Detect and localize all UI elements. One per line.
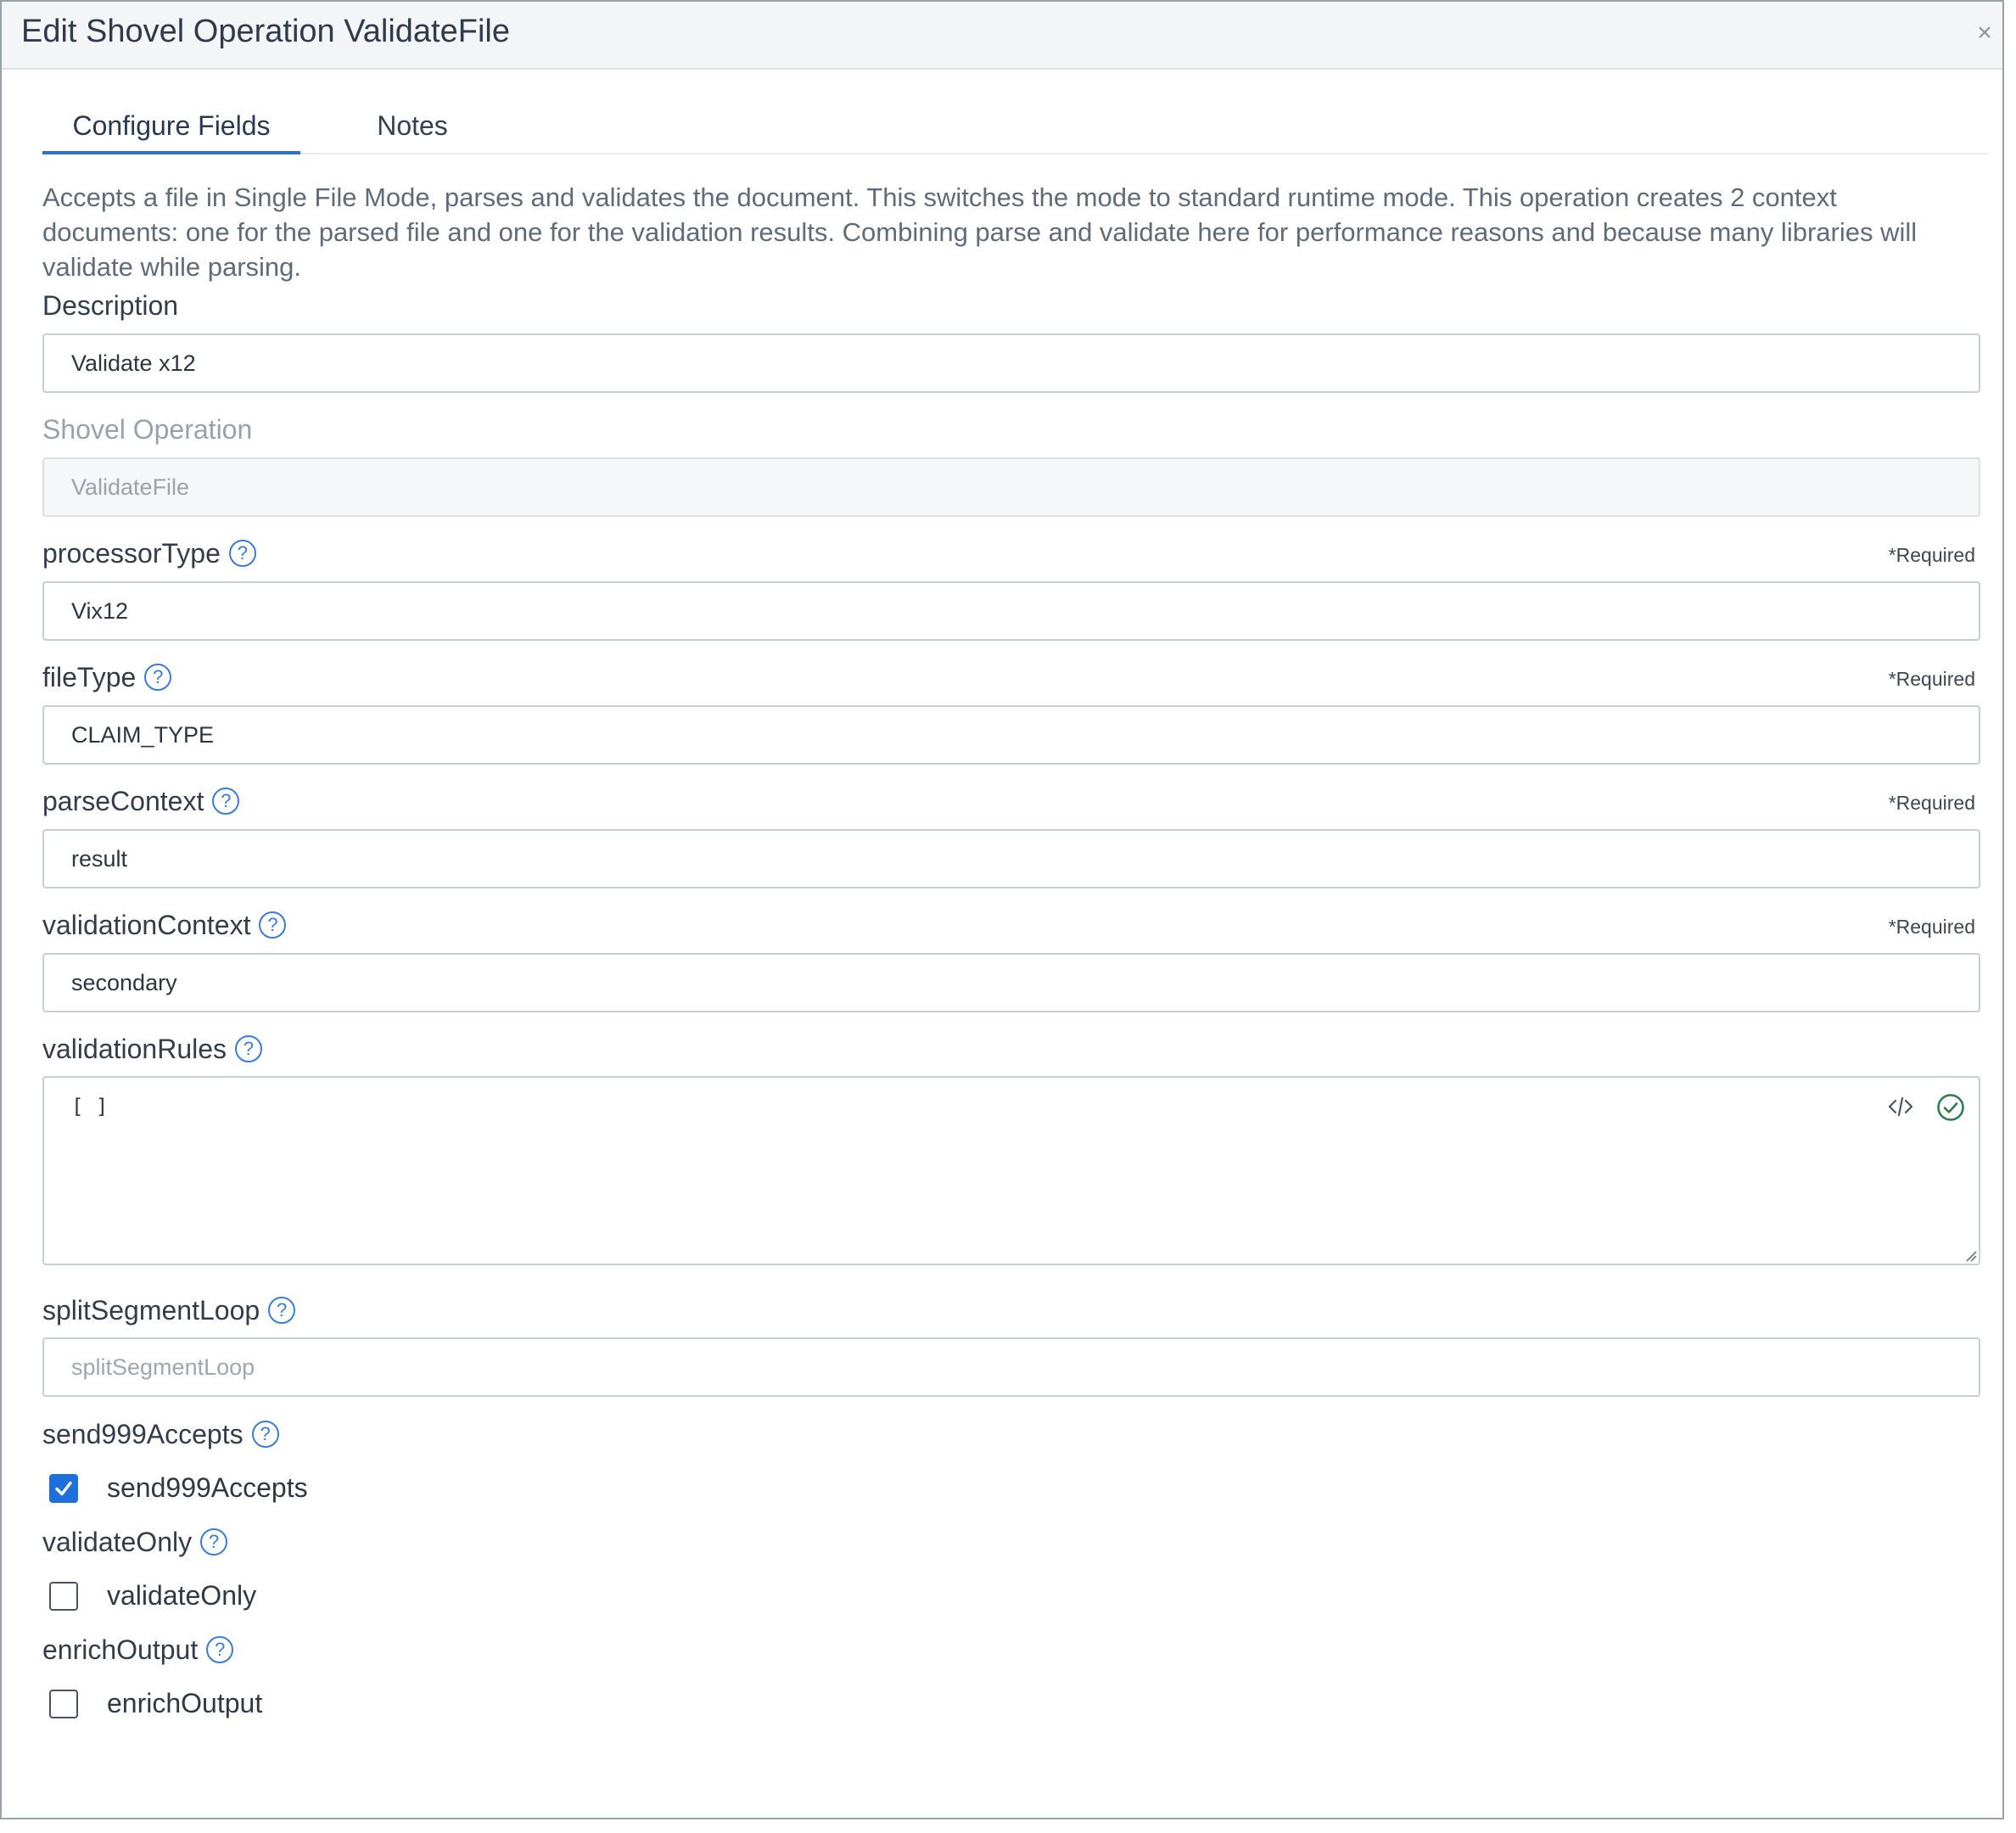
validate-only-checkbox-label[interactable]: validateOnly (107, 1580, 256, 1612)
parse-context-label-text: parseContext (42, 786, 204, 816)
processor-type-label-text: processorType (42, 538, 221, 569)
check-circle-icon (1937, 1094, 1964, 1121)
validation-context-input[interactable]: secondary (42, 953, 1980, 1012)
split-segment-loop-input[interactable]: splitSegmentLoop (42, 1337, 1980, 1397)
help-circle-icon[interactable]: ? (212, 788, 240, 815)
edit-operation-modal: Edit Shovel Operation ValidateFile × Con… (0, 0, 2004, 1819)
validate-only-label-text: validateOnly (42, 1527, 193, 1557)
validation-rules-editor[interactable]: [ ] (42, 1076, 1980, 1265)
send999-accepts-label-text: send999Accepts (42, 1419, 244, 1449)
help-circle-icon[interactable]: ? (259, 911, 287, 939)
help-circle-icon[interactable]: ? (200, 1528, 228, 1556)
resize-handle-icon[interactable] (1963, 1248, 1977, 1262)
split-segment-loop-label-text: splitSegmentLoop (42, 1295, 260, 1326)
file-type-label-text: fileType (42, 662, 137, 692)
validation-rules-label: validationRules? (42, 1034, 263, 1065)
modal-title: Edit Shovel Operation ValidateFile (21, 14, 510, 49)
processor-type-input[interactable]: Vix12 (42, 581, 1980, 641)
help-circle-icon[interactable]: ? (228, 540, 256, 567)
validate-only-label: validateOnly? (42, 1527, 228, 1558)
help-circle-icon[interactable]: ? (144, 664, 172, 691)
tab-configure-fields[interactable]: Configure Fields (42, 100, 300, 154)
validate-only-checkbox[interactable] (49, 1582, 78, 1611)
validation-rules-value[interactable]: [ ] (71, 1095, 108, 1118)
send999-accepts-checkbox[interactable] (49, 1474, 78, 1503)
required-indicator: *Required (1888, 916, 1975, 938)
help-circle-icon[interactable]: ? (268, 1297, 296, 1324)
required-indicator: *Required (1888, 668, 1975, 690)
help-circle-icon[interactable]: ? (251, 1421, 279, 1448)
file-type-input[interactable]: CLAIM_TYPE (42, 705, 1980, 765)
parse-context-input[interactable]: result (42, 829, 1980, 888)
split-segment-loop-label: splitSegmentLoop? (42, 1295, 296, 1326)
tab-bar: Configure Fields Notes (42, 100, 1989, 154)
enrich-output-label: enrichOutput? (42, 1634, 234, 1666)
description-input[interactable]: Validate x12 (42, 334, 1980, 393)
validation-context-label-text: validationContext (42, 910, 251, 940)
tab-notes[interactable]: Notes (329, 100, 496, 151)
help-circle-icon[interactable]: ? (235, 1035, 263, 1062)
code-icon[interactable] (1887, 1093, 1914, 1120)
send999-accepts-checkbox-label[interactable]: send999Accepts (107, 1472, 308, 1504)
shovel-operation-input: ValidateFile (42, 457, 1980, 517)
validation-rules-label-text: validationRules (42, 1034, 227, 1064)
description-label: Description (42, 290, 179, 321)
close-icon[interactable]: × (1970, 19, 1999, 48)
operation-description-text: Accepts a file in Single File Mode, pars… (42, 182, 1918, 282)
required-indicator: *Required (1888, 792, 1975, 814)
enrich-output-checkbox[interactable] (49, 1690, 78, 1718)
send999-accepts-label: send999Accepts? (42, 1419, 279, 1450)
modal-header: Edit Shovel Operation ValidateFile × (2, 2, 2002, 70)
processor-type-label: processorType? (42, 538, 256, 569)
parse-context-label: parseContext? (42, 786, 240, 817)
enrich-output-label-text: enrichOutput (42, 1634, 199, 1665)
required-indicator: *Required (1888, 544, 1975, 566)
shovel-operation-label: Shovel Operation (42, 414, 253, 445)
checkmark-icon (55, 1481, 72, 1496)
validation-context-label: validationContext? (42, 910, 287, 941)
help-circle-icon[interactable]: ? (206, 1636, 234, 1663)
file-type-label: fileType? (42, 662, 172, 693)
enrich-output-checkbox-label[interactable]: enrichOutput (107, 1688, 262, 1719)
